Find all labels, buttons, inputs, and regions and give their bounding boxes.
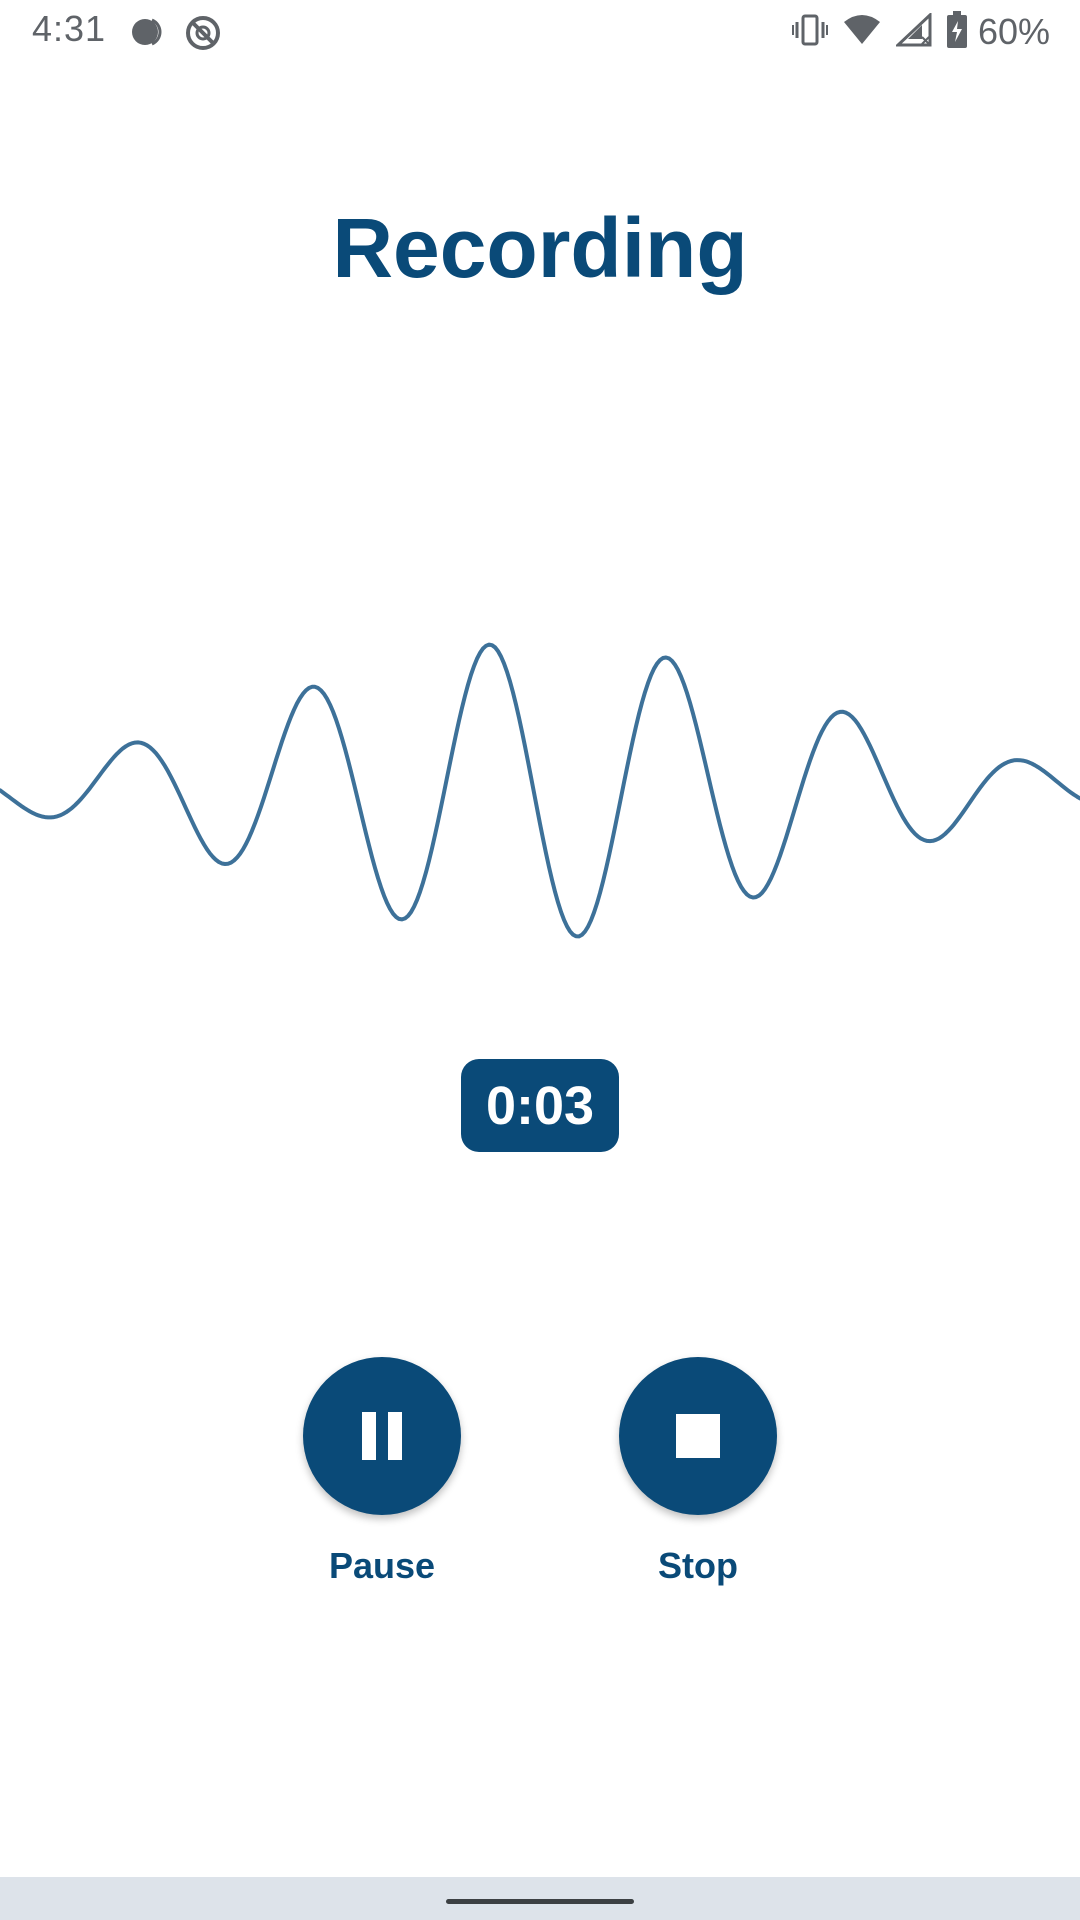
pause-button[interactable] [303,1357,461,1515]
battery-percent: 60% [977,11,1050,52]
signal-icon [894,11,932,52]
pause-label: Pause [328,1545,436,1586]
vibrate-icon [791,13,828,52]
pause-icon [362,1412,402,1460]
stop-label: Stop [658,1545,738,1586]
elapsed-timer: 0:03 [461,1059,619,1152]
waveform-line [0,642,1080,939]
no-sync-icon [184,14,222,57]
stop-icon [676,1414,720,1458]
moon-icon [128,14,166,55]
page-title: Recording [332,201,748,295]
status-bar: 4:31 60% [0,0,1080,64]
status-time: 4:31 [32,8,107,49]
wifi-icon [842,14,882,51]
audio-waveform [0,642,1080,939]
status-icons: 60% [778,8,1050,56]
navigation-bar [0,1877,1080,1920]
recording-screen: 4:31 60% Recording 0:03 Pause Stop [0,0,1080,1920]
battery-icon [946,10,968,54]
stop-button[interactable] [619,1357,777,1515]
home-gesture-handle[interactable] [446,1899,634,1904]
